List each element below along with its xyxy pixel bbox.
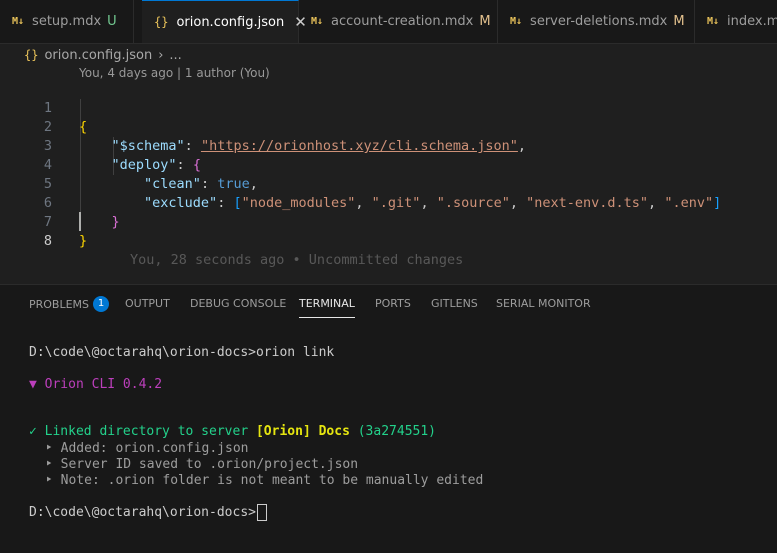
linked-server-id: (3a274551): [349, 424, 436, 439]
breadcrumb-file[interactable]: orion.config.json: [44, 48, 152, 63]
tab-problems[interactable]: PROBLEMS 1: [29, 296, 110, 317]
terminal-cli-header: ▼ Orion CLI 0.4.2: [29, 377, 163, 392]
json-icon: {}: [154, 15, 169, 29]
code-line: 5 "exclude": ["node_modules", ".git", ".…: [0, 156, 777, 211]
tab-server-deletions-mdx[interactable]: M↓ server-deletions.mdx M: [498, 0, 695, 43]
terminal-detail-line: ‣ Note: .orion folder is not meant to be…: [45, 473, 484, 488]
chevron-right-icon: ›: [158, 47, 164, 63]
markdown-icon: M↓: [510, 16, 523, 27]
tab-label: account-creation.mdx: [331, 14, 474, 29]
code-line: 6 }: [0, 175, 777, 230]
tab-label: setup.mdx: [32, 14, 102, 29]
json-icon: {}: [24, 48, 39, 62]
terminal-detail-line: ‣ Added: orion.config.json: [45, 441, 249, 456]
inline-blame: You, 28 seconds ago • Uncommitted change…: [130, 252, 464, 268]
code-line: 2 "$schema": "https://orionhost.xyz/cli.…: [0, 99, 777, 154]
tab-serial-monitor[interactable]: SERIAL MONITOR: [496, 297, 591, 317]
terminal-prompt-line[interactable]: D:\code\@octarahq\orion-docs>: [29, 504, 267, 521]
panel-tabs: PROBLEMS 1 OUTPUT DEBUG CONSOLE TERMINAL …: [0, 285, 777, 321]
tab-label: index.mdx: [727, 14, 777, 29]
text-cursor: [79, 212, 81, 231]
modified-status-badge: M: [479, 14, 491, 29]
editor-tab-bar: M↓ setup.mdx U {} orion.config.json ✕ M↓…: [0, 0, 777, 44]
untracked-status-badge: U: [107, 14, 117, 29]
linked-message: ✓ Linked directory to server: [29, 424, 256, 439]
tab-index-mdx[interactable]: M↓ index.mdx: [695, 0, 777, 43]
terminal-linked-line: ✓ Linked directory to server [Orion] Doc…: [29, 424, 436, 439]
codelens-blame[interactable]: You, 4 days ago | 1 author (You): [79, 66, 270, 80]
tab-orion-config-json[interactable]: {} orion.config.json ✕: [142, 0, 307, 43]
problems-count-badge: 1: [93, 296, 110, 312]
tab-output[interactable]: OUTPUT: [125, 297, 170, 317]
tab-label: PROBLEMS: [29, 298, 90, 311]
tab-label: orion.config.json: [176, 14, 285, 30]
breadcrumb: {} orion.config.json › ...: [24, 45, 182, 65]
breadcrumb-more[interactable]: ...: [169, 48, 181, 63]
bottom-panel: PROBLEMS 1 OUTPUT DEBUG CONSOLE TERMINAL …: [0, 284, 777, 553]
modified-status-badge: M: [673, 14, 685, 29]
terminal-cursor: [256, 504, 267, 521]
code-line: 4 "clean": true,: [0, 137, 777, 192]
line-number: 8: [43, 233, 52, 249]
code-line: 1 {: [0, 80, 777, 135]
terminal-detail-line: ‣ Server ID saved to .orion/project.json: [45, 457, 359, 472]
tab-gitlens[interactable]: GITLENS: [431, 297, 478, 317]
terminal-prompt: D:\code\@octarahq\orion-docs>: [29, 505, 256, 520]
tab-account-creation-mdx[interactable]: M↓ account-creation.mdx M: [299, 0, 498, 43]
tab-terminal[interactable]: TERMINAL: [299, 297, 355, 318]
markdown-icon: M↓: [707, 16, 720, 27]
markdown-icon: M↓: [311, 16, 324, 27]
terminal-command-line: D:\code\@octarahq\orion-docs>orion link: [29, 345, 335, 360]
code-line: 7 }: [0, 194, 777, 249]
linked-server-name: [Orion] Docs: [255, 424, 350, 439]
code-line: 3 "deploy": {: [0, 118, 777, 173]
tab-debug-console[interactable]: DEBUG CONSOLE: [190, 297, 286, 317]
markdown-icon: M↓: [12, 16, 25, 27]
tab-setup-mdx[interactable]: M↓ setup.mdx U: [0, 0, 134, 43]
tab-ports[interactable]: PORTS: [375, 297, 411, 317]
tab-label: server-deletions.mdx: [530, 14, 668, 29]
code-line-current: 8 You, 28 seconds ago • Uncommitted chan…: [0, 213, 777, 268]
